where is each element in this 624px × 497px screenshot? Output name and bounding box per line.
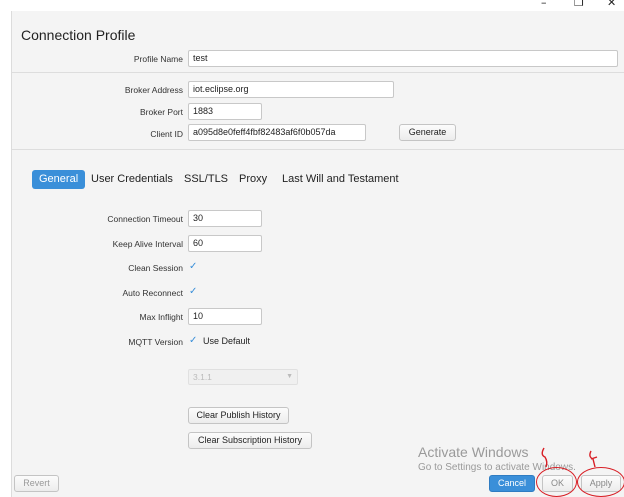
tab-general[interactable]: General	[32, 170, 86, 189]
broker-port-label: Broker Port	[140, 107, 183, 117]
divider	[12, 149, 624, 150]
tab-user-credentials[interactable]: User Credentials	[91, 170, 173, 189]
window-titlebar: – ❐ ✕	[0, 0, 624, 11]
broker-address-label: Broker Address	[124, 85, 183, 95]
mqtt-version-select: 3.1.1 ▼	[188, 369, 298, 385]
auto-reconnect-checkbox[interactable]: ✓	[189, 286, 197, 297]
broker-address-field[interactable]: iot.eclipse.org	[188, 81, 394, 98]
use-default-checkbox[interactable]: ✓	[189, 335, 197, 346]
profile-name-field[interactable]: test	[188, 50, 618, 67]
clear-subscription-history-button[interactable]: Clear Subscription History	[188, 432, 312, 449]
close-icon[interactable]: ✕	[607, 0, 616, 9]
mqtt-version-value: 3.1.1	[193, 372, 212, 382]
clean-session-checkbox[interactable]: ✓	[189, 261, 197, 272]
tab-ssl-tls[interactable]: SSL/TLS	[184, 170, 228, 189]
max-inflight-label: Max Inflight	[139, 312, 183, 322]
tab-last-will[interactable]: Last Will and Testament	[282, 170, 399, 189]
chevron-down-icon: ▼	[286, 373, 293, 380]
cancel-button[interactable]: Cancel	[489, 475, 535, 492]
connection-timeout-field[interactable]: 30	[188, 210, 262, 227]
tab-proxy[interactable]: Proxy	[239, 170, 267, 189]
use-default-label: Use Default	[203, 336, 251, 346]
max-inflight-field[interactable]: 10	[188, 308, 262, 325]
connection-timeout-label: Connection Timeout	[107, 214, 183, 224]
mqtt-version-label: MQTT Version	[128, 337, 183, 347]
broker-port-field[interactable]: 1883	[188, 103, 262, 120]
connection-profile-panel: Connection Profile Profile Name test Bro…	[11, 11, 624, 497]
revert-button[interactable]: Revert	[14, 475, 59, 492]
keep-alive-label: Keep Alive Interval	[112, 239, 183, 249]
keep-alive-field[interactable]: 60	[188, 235, 262, 252]
restore-icon[interactable]: ❐	[574, 0, 584, 9]
clean-session-label: Clean Session	[128, 263, 183, 273]
profile-name-label: Profile Name	[133, 54, 183, 64]
client-id-label: Client ID	[150, 129, 183, 139]
minimize-icon[interactable]: –	[541, 0, 547, 9]
annotation-circle-apply	[577, 467, 624, 497]
annotation-circle-ok	[536, 467, 577, 497]
page-title: Connection Profile	[21, 27, 136, 43]
auto-reconnect-label: Auto Reconnect	[122, 288, 183, 298]
divider	[12, 72, 624, 73]
clear-publish-history-button[interactable]: Clear Publish History	[188, 407, 289, 424]
annotation-arrows	[541, 447, 598, 468]
generate-button[interactable]: Generate	[399, 124, 456, 141]
activate-windows-title: Activate Windows	[418, 444, 529, 460]
client-id-field[interactable]: a095d8e0feff4fbf82483af6f0b057da	[188, 124, 366, 141]
